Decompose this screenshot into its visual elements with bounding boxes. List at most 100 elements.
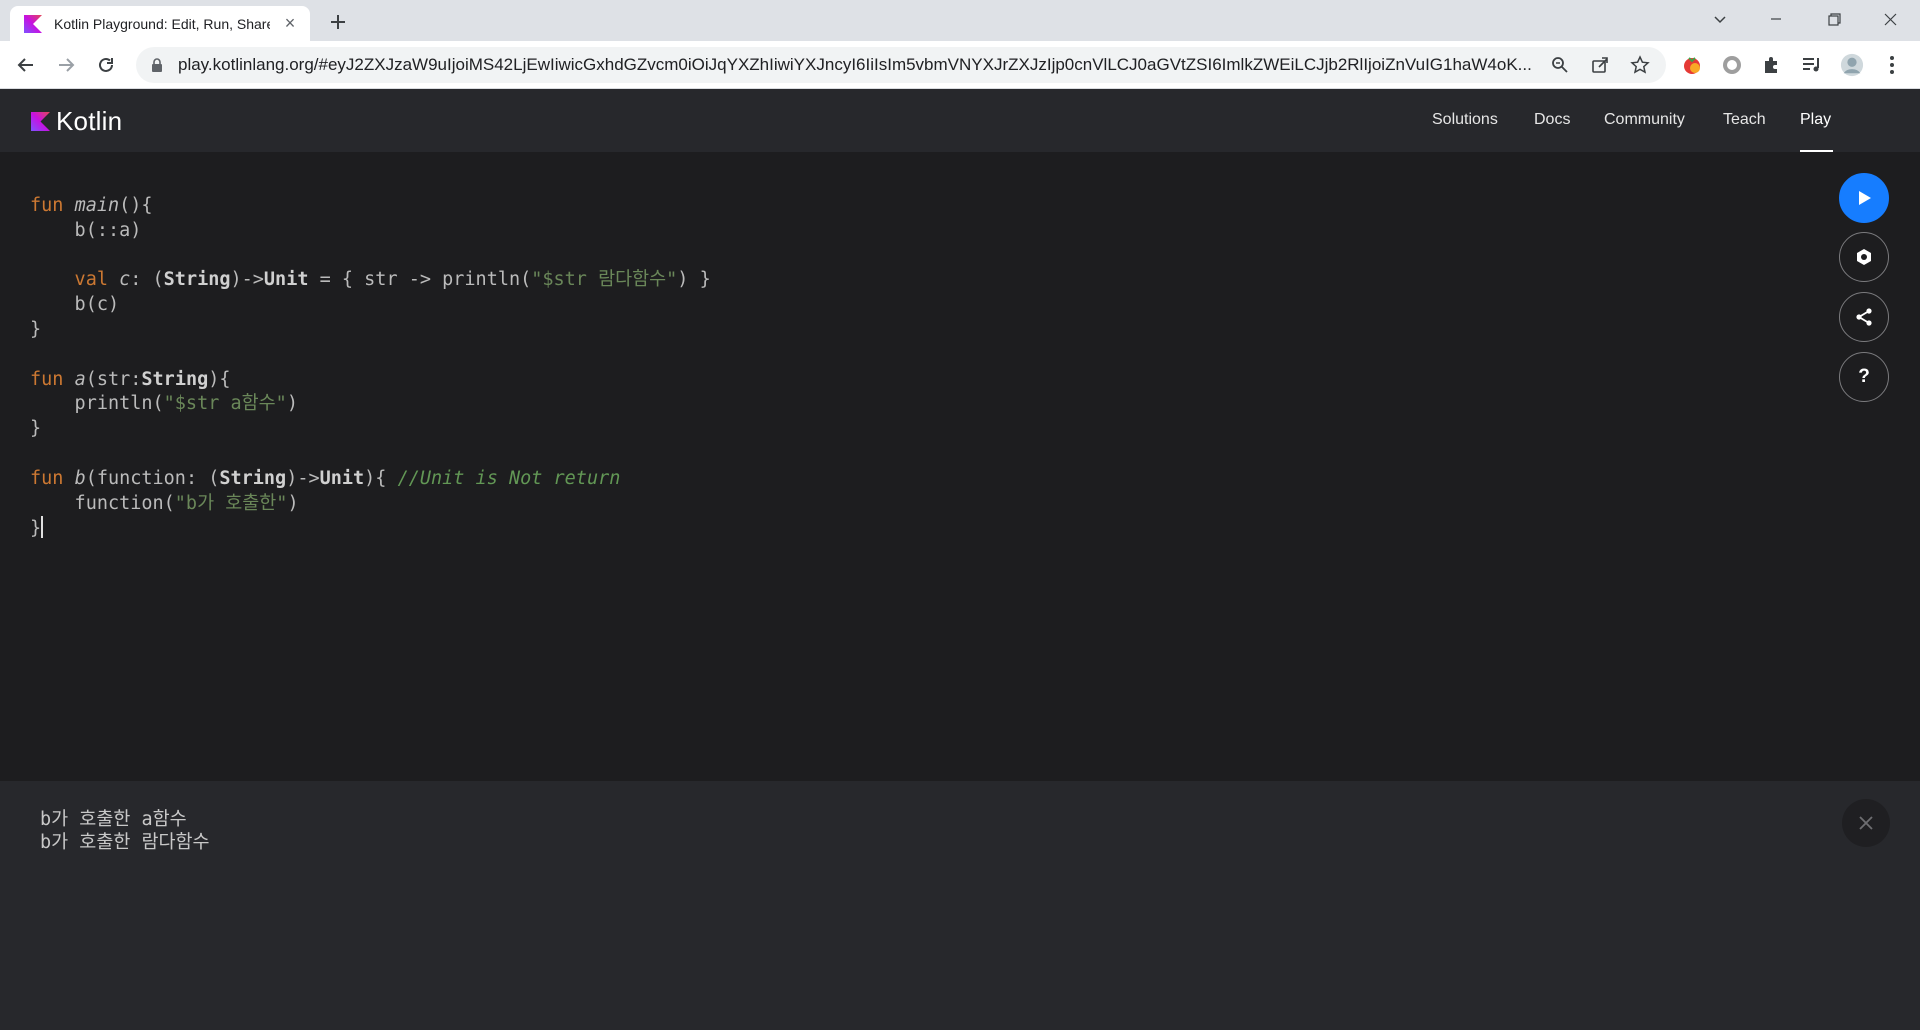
close-icon xyxy=(1859,816,1873,830)
share-button[interactable] xyxy=(1839,292,1889,342)
help-icon: ? xyxy=(1858,366,1870,387)
code-line[interactable]: val c: (String)->Unit = { str -> println… xyxy=(30,268,711,293)
code-token: main xyxy=(74,195,120,216)
close-console-button[interactable] xyxy=(1842,799,1890,847)
code-line[interactable] xyxy=(30,343,711,368)
code-token: b(c) xyxy=(30,294,120,316)
kotlin-logo-icon xyxy=(31,112,50,131)
code-token: } xyxy=(30,418,42,440)
code-line[interactable]: } xyxy=(30,318,711,343)
code-line[interactable]: } xyxy=(30,417,711,442)
code-token: String xyxy=(219,467,287,489)
tab-search-chevron-icon[interactable] xyxy=(1692,0,1748,38)
settings-icon xyxy=(1857,249,1871,265)
nav-docs[interactable]: Docs xyxy=(1534,111,1570,129)
back-icon[interactable] xyxy=(10,49,42,81)
code-token: "$str a함수" xyxy=(163,393,287,415)
bookmark-star-icon[interactable] xyxy=(1630,55,1650,75)
code-line[interactable]: fun main(){ xyxy=(30,194,711,219)
code-token: } xyxy=(30,518,42,540)
code-token: = { str -> println( xyxy=(308,269,532,291)
code-editor[interactable]: fun main(){ b(::a) val c: (String)->Unit… xyxy=(0,152,1920,781)
code-token: )-> xyxy=(286,467,320,489)
code-token: (){ xyxy=(119,195,153,216)
reload-icon[interactable] xyxy=(90,49,122,81)
code-line[interactable]: println("$str a함수") xyxy=(30,392,711,417)
code-line[interactable]: b(c) xyxy=(30,293,711,318)
extensions-puzzle-icon[interactable] xyxy=(1760,53,1784,77)
code-token: ) xyxy=(287,492,299,514)
kotlin-logo[interactable]: Kotlin xyxy=(31,106,122,137)
code-token: (str: xyxy=(85,368,142,390)
browser-tab-strip: Kotlin Playground: Edit, Run, Share Kotl… xyxy=(0,0,1920,41)
code-line[interactable]: fun a(str:String){ xyxy=(30,368,711,393)
kotlin-favicon-icon xyxy=(24,14,42,33)
extension-tomato-icon[interactable] xyxy=(1680,53,1704,77)
code-token: //Unit is Not return xyxy=(397,467,621,489)
zoom-icon[interactable] xyxy=(1550,55,1570,75)
code-token: Unit xyxy=(263,269,309,291)
run-button[interactable] xyxy=(1839,173,1889,223)
code-token: fun xyxy=(30,467,75,489)
tab-title: Kotlin Playground: Edit, Run, Share Kotl… xyxy=(54,15,270,32)
code-token: } xyxy=(30,318,42,340)
browser-toolbar: play.kotlinlang.org/#eyJ2ZXJzaW9uIjoiMS4… xyxy=(0,41,1920,89)
code-token: String xyxy=(163,269,231,291)
code-token: ) xyxy=(286,393,298,415)
url-text: play.kotlinlang.org/#eyJ2ZXJzaW9uIjoiMS4… xyxy=(178,55,1532,74)
nav-community[interactable]: Community xyxy=(1604,111,1685,129)
browser-tab[interactable]: Kotlin Playground: Edit, Run, Share Kotl… xyxy=(10,6,310,41)
extension-circle-icon[interactable] xyxy=(1720,53,1744,77)
code-content[interactable]: fun main(){ b(::a) val c: (String)->Unit… xyxy=(30,194,711,541)
code-line[interactable]: b(::a) xyxy=(30,219,711,244)
close-window-icon[interactable] xyxy=(1862,0,1918,38)
code-token: "$str 람다함수" xyxy=(531,269,678,291)
code-token: b xyxy=(74,467,86,489)
run-icon xyxy=(1859,191,1871,205)
settings-button[interactable] xyxy=(1839,232,1889,282)
share-page-icon[interactable] xyxy=(1590,55,1610,75)
media-control-icon[interactable] xyxy=(1800,53,1824,77)
code-token: val xyxy=(30,269,120,291)
code-token: "b가 호출한" xyxy=(174,492,288,514)
code-token: ){ xyxy=(208,368,231,390)
output-console: b가 호출한 a함수 b가 호출한 람다함수 xyxy=(0,781,1920,1030)
new-tab-icon[interactable] xyxy=(324,8,352,36)
tab-close-icon[interactable]: × xyxy=(280,13,300,34)
nav-play[interactable]: Play xyxy=(1800,111,1831,129)
site-header: Kotlin Solutions Docs Community Teach Pl… xyxy=(0,89,1920,152)
minimize-icon[interactable] xyxy=(1748,0,1804,38)
output-line: b가 호출한 람다함수 xyxy=(40,832,210,853)
help-button[interactable]: ? xyxy=(1839,352,1889,402)
code-token: a xyxy=(74,368,86,390)
code-token: Unit xyxy=(319,467,365,489)
browser-menu-icon[interactable] xyxy=(1880,53,1904,77)
restore-icon[interactable] xyxy=(1806,0,1862,38)
code-line[interactable]: fun b(function: (String)->Unit){ //Unit … xyxy=(30,467,711,492)
text-caret xyxy=(41,516,44,539)
code-token: fun xyxy=(30,195,75,216)
logo-text: Kotlin xyxy=(56,106,123,136)
profile-avatar-icon[interactable] xyxy=(1840,53,1864,77)
code-token: ){ xyxy=(364,467,398,489)
code-token: )-> xyxy=(230,269,264,291)
code-token: String xyxy=(141,368,209,390)
code-token: println( xyxy=(30,393,164,415)
lock-icon xyxy=(152,58,162,72)
code-token: c xyxy=(119,269,131,291)
code-token: : ( xyxy=(130,269,164,291)
code-token: (function: ( xyxy=(85,467,220,489)
code-token: fun xyxy=(30,368,75,390)
share-icon xyxy=(1856,308,1872,326)
nav-solutions[interactable]: Solutions xyxy=(1432,111,1498,129)
code-line[interactable]: } xyxy=(30,516,711,541)
code-line[interactable]: function("b가 호출한") xyxy=(30,492,711,517)
address-bar[interactable]: play.kotlinlang.org/#eyJ2ZXJzaW9uIjoiMS4… xyxy=(136,47,1666,83)
nav-teach[interactable]: Teach xyxy=(1723,111,1766,129)
code-token: ) } xyxy=(677,269,711,291)
code-token: function( xyxy=(30,492,175,514)
code-line[interactable] xyxy=(30,442,711,467)
forward-icon[interactable] xyxy=(50,49,82,81)
code-token: b(::a) xyxy=(30,219,142,241)
code-line[interactable] xyxy=(30,244,711,269)
